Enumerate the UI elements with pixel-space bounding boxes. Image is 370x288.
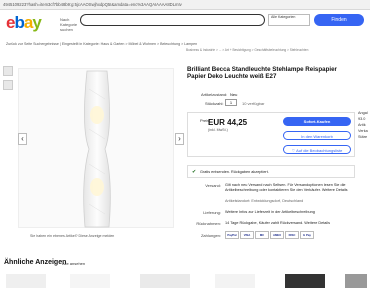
- secondary-breadcrumb[interactable]: Business & Industrie > ... > Art + Besic…: [186, 48, 308, 52]
- returns-value: 14 Tage Rückgabe, Käufer zahlt Rückversa…: [225, 221, 330, 225]
- search-button[interactable]: Finden: [314, 14, 364, 26]
- condition-label: Artikelzustand:: [201, 92, 228, 97]
- mastercard-icon: MC: [255, 231, 269, 239]
- prev-image-button[interactable]: ‹: [18, 133, 27, 145]
- returns-label: Rücknahmen:: [196, 221, 221, 226]
- similar-item-6[interactable]: [345, 274, 367, 288]
- similar-item-5[interactable]: [285, 274, 325, 288]
- payment-methods: PayPal VISA MC AMEX DISC G Pay: [225, 231, 355, 239]
- ebay-logo[interactable]: ebay: [6, 13, 42, 33]
- item-location: Artikelstandort: Entwicklungsdorf, Deuts…: [225, 199, 304, 203]
- shipping-label: Versand:: [205, 183, 221, 188]
- condition-value: Neu: [230, 92, 238, 97]
- thumbnail-1[interactable]: [3, 66, 13, 76]
- similar-item-4[interactable]: [215, 274, 255, 288]
- shipping-value: Gilt nach neu Versand nach Seltsen. Für …: [225, 183, 348, 192]
- logo-letter-y: y: [32, 13, 42, 32]
- quantity-available: 10 verfügbar: [242, 101, 265, 106]
- delivery-value: Weitere Infos zur Lieferzeit in der Arti…: [225, 210, 315, 214]
- amex-icon: AMEX: [270, 231, 284, 239]
- price-value: EUR 44,25: [208, 118, 248, 127]
- logo-letter-e: e: [6, 13, 16, 32]
- similar-listings-title: Ähnliche Anzeigen: [4, 259, 67, 266]
- next-image-button[interactable]: ›: [175, 133, 184, 145]
- google-pay-icon: G Pay: [300, 231, 314, 239]
- product-title: Brilliant Becca Standleuchte Stehlampe R…: [187, 66, 337, 81]
- discover-icon: DISC: [285, 231, 299, 239]
- category-menu-button[interactable]: Nach Kategorie suchen: [60, 17, 78, 32]
- lamp-glow-top: [90, 106, 104, 124]
- breadcrumb[interactable]: Zurück zur Seite Suchergebnisse | Einges…: [6, 42, 197, 46]
- quantity-input[interactable]: 1: [225, 99, 237, 106]
- category-select[interactable]: Alle Kategorien: [268, 14, 310, 26]
- buy-now-button[interactable]: Sofort-Kaufen: [283, 117, 351, 126]
- logo-letter-a: a: [23, 13, 34, 32]
- see-all-link[interactable]: Alle ansehen: [62, 261, 85, 266]
- search-input[interactable]: [80, 14, 265, 26]
- similar-item-1[interactable]: [6, 274, 46, 288]
- thumbnail-2[interactable]: [3, 80, 13, 90]
- browser-url-bar[interactable]: 4945109223?hash=item3cf7bb48b9:g:5jcAAOS…: [0, 0, 370, 10]
- returns-text: Gratis entsenden. Rückgaben akzeptiert.: [200, 170, 269, 174]
- report-listing-link[interactable]: Sie haben ein ebenes Artikel? Diese Anze…: [30, 234, 114, 238]
- right-col-item: Stäre: [358, 135, 368, 139]
- similar-item-3[interactable]: [140, 274, 190, 288]
- quantity-label: Stückzahl:: [205, 101, 224, 106]
- product-image-panel[interactable]: [18, 68, 174, 228]
- paypal-icon: PayPal: [225, 231, 239, 239]
- logo-letter-b: b: [14, 13, 24, 32]
- product-image: [83, 70, 111, 228]
- visa-icon: VISA: [240, 231, 254, 239]
- add-to-cart-button[interactable]: In den Warenkorb: [283, 131, 351, 140]
- delivery-label: Lieferung:: [203, 210, 221, 215]
- returns-notice: ✔ Gratis entsenden. Rückgaben akzeptiert…: [187, 165, 355, 178]
- paper-lamp-shape: [83, 70, 111, 228]
- right-column-cut: Angal 93.0 Artik Verka Stäre: [358, 110, 370, 140]
- lamp-glow-bottom: [90, 178, 104, 196]
- watchlist-button[interactable]: ♡ Auf die Beobachtungsliste: [283, 145, 351, 154]
- similar-item-2[interactable]: [70, 274, 110, 288]
- checkmark-icon: ✔: [192, 169, 197, 175]
- payments-label: Zahlungen:: [200, 233, 221, 238]
- price-tax-note: (inkl. MwSt.): [208, 128, 228, 132]
